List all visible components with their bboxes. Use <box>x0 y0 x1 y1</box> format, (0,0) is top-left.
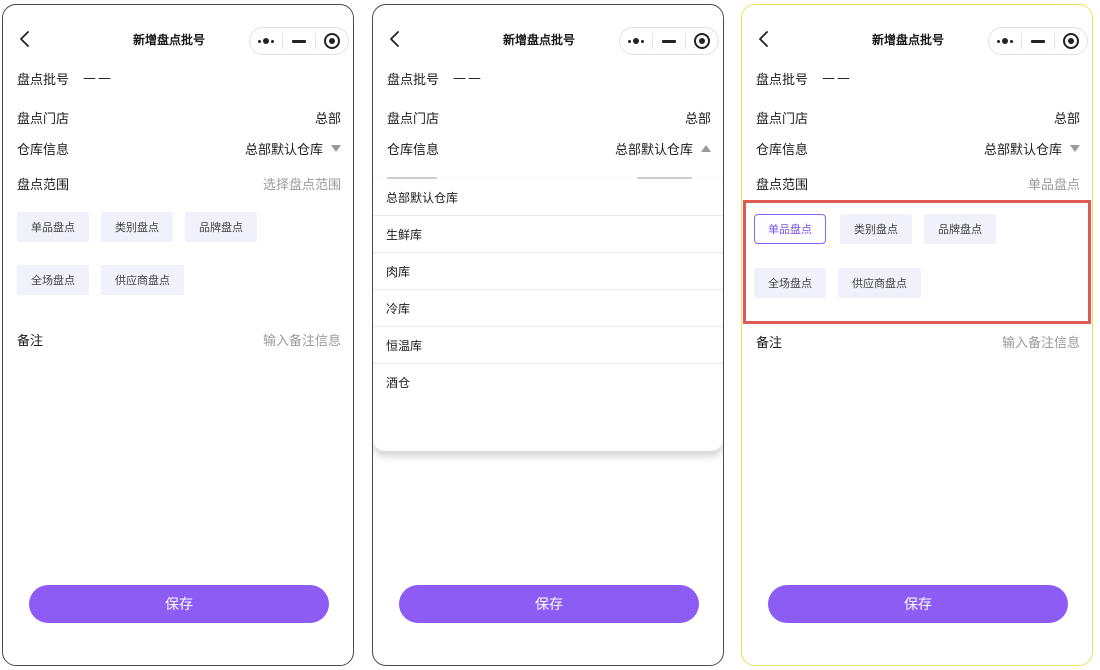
target-circle-icon <box>694 33 710 49</box>
scope-chip-all[interactable]: 全场盘点 <box>754 268 826 298</box>
store-value: 总部 <box>314 111 341 127</box>
warehouse-option-meat[interactable]: 肉库 <box>373 253 723 290</box>
scope-placeholder: 选择盘点范围 <box>262 177 341 193</box>
minimize-button[interactable] <box>653 28 685 54</box>
warehouse-value: 总部默认仓库 <box>983 142 1062 158</box>
close-button[interactable] <box>686 28 718 54</box>
remark-row[interactable]: 备注 输入备注信息 <box>756 330 1080 352</box>
warehouse-value: 总部默认仓库 <box>614 142 693 158</box>
warehouse-row[interactable]: 仓库信息 总部默认仓库 <box>17 137 341 159</box>
nav-bar: 新增盘点批号 <box>3 5 353 71</box>
more-dots-icon <box>258 38 274 44</box>
close-button[interactable] <box>1055 28 1087 54</box>
close-button[interactable] <box>316 28 348 54</box>
warehouse-select[interactable]: 总部默认仓库 <box>615 139 711 158</box>
more-dots-icon <box>997 38 1013 44</box>
batch-label: 盘点批号 <box>387 72 440 88</box>
batch-value: —— <box>453 70 484 86</box>
scope-row: 盘点范围 选择盘点范围 <box>17 172 341 194</box>
scope-row: 盘点范围 单品盘点 <box>756 172 1080 194</box>
mini-program-capsule <box>249 27 349 55</box>
warehouse-option-fresh[interactable]: 生鲜库 <box>373 216 723 253</box>
phone-screen-scope-selected: 新增盘点批号 盘点批号 —— 盘点门店 总部 仓库信息 总部默认仓库 盘点范围 … <box>741 4 1093 666</box>
nav-bar: 新增盘点批号 <box>742 5 1092 71</box>
batch-row: 盘点批号 —— <box>17 67 341 89</box>
more-button[interactable] <box>989 28 1021 54</box>
more-button[interactable] <box>620 28 652 54</box>
warehouse-row[interactable]: 仓库信息 总部默认仓库 <box>387 137 711 159</box>
store-label: 盘点门店 <box>387 111 440 127</box>
save-button[interactable]: 保存 <box>399 585 699 623</box>
minimize-button[interactable] <box>283 28 315 54</box>
scope-chip-single[interactable]: 单品盘点 <box>17 212 89 242</box>
warehouse-label: 仓库信息 <box>756 142 809 158</box>
scope-chip-supplier[interactable]: 供应商盘点 <box>101 265 184 295</box>
minimize-icon <box>292 39 306 43</box>
warehouse-option-wine[interactable]: 酒仓 <box>373 364 723 401</box>
remark-row[interactable]: 备注 输入备注信息 <box>17 328 341 350</box>
scope-label: 盘点范围 <box>756 177 809 193</box>
warehouse-label: 仓库信息 <box>387 142 440 158</box>
mini-program-capsule <box>988 27 1088 55</box>
warehouse-dropdown: 总部默认仓库 生鲜库 肉库 冷库 恒温库 酒仓 <box>373 179 723 451</box>
scope-chip-brand[interactable]: 品牌盘点 <box>924 214 996 244</box>
minimize-button[interactable] <box>1022 28 1054 54</box>
scope-chip-brand[interactable]: 品牌盘点 <box>185 212 257 242</box>
scope-chip-all[interactable]: 全场盘点 <box>17 265 89 295</box>
mini-program-capsule <box>619 27 719 55</box>
warehouse-row[interactable]: 仓库信息 总部默认仓库 <box>756 137 1080 159</box>
caret-down-icon <box>1070 144 1080 152</box>
remark-input[interactable]: 输入备注信息 <box>263 330 341 349</box>
minimize-icon <box>1031 39 1045 43</box>
scope-chip-supplier[interactable]: 供应商盘点 <box>838 268 921 298</box>
batch-row: 盘点批号 —— <box>387 67 711 89</box>
target-circle-icon <box>324 33 340 49</box>
save-button[interactable]: 保存 <box>29 585 329 623</box>
warehouse-select[interactable]: 总部默认仓库 <box>984 139 1080 158</box>
more-button[interactable] <box>250 28 282 54</box>
caret-down-icon <box>331 144 341 152</box>
batch-row: 盘点批号 —— <box>756 67 1080 89</box>
warehouse-option-default[interactable]: 总部默认仓库 <box>373 179 723 216</box>
warehouse-value: 总部默认仓库 <box>244 142 323 158</box>
store-value: 总部 <box>1053 111 1080 127</box>
remark-label: 备注 <box>17 333 44 349</box>
remark-label: 备注 <box>756 335 783 351</box>
save-button[interactable]: 保存 <box>768 585 1068 623</box>
scope-chip-category[interactable]: 类别盘点 <box>101 212 173 242</box>
target-circle-icon <box>1063 33 1079 49</box>
scope-label: 盘点范围 <box>17 177 70 193</box>
scope-chip-category[interactable]: 类别盘点 <box>840 214 912 244</box>
batch-label: 盘点批号 <box>17 72 70 88</box>
warehouse-select[interactable]: 总部默认仓库 <box>245 139 341 158</box>
store-row: 盘点门店 总部 <box>387 106 711 128</box>
store-row: 盘点门店 总部 <box>17 106 341 128</box>
store-label: 盘点门店 <box>17 111 70 127</box>
remark-input[interactable]: 输入备注信息 <box>1002 332 1080 351</box>
caret-up-icon <box>701 144 711 152</box>
scope-chip-single-selected[interactable]: 单品盘点 <box>754 214 826 244</box>
warehouse-label: 仓库信息 <box>17 142 70 158</box>
store-value: 总部 <box>684 111 711 127</box>
store-label: 盘点门店 <box>756 111 809 127</box>
store-row: 盘点门店 总部 <box>756 106 1080 128</box>
warehouse-option-cold[interactable]: 冷库 <box>373 290 723 327</box>
batch-value: —— <box>822 70 853 86</box>
more-dots-icon <box>628 38 644 44</box>
phone-screen-default: 新增盘点批号 盘点批号 —— 盘点门店 总部 仓库信息 总部默认仓库 盘点范围 … <box>2 4 354 666</box>
warehouse-option-constant-temp[interactable]: 恒温库 <box>373 327 723 364</box>
phone-screen-warehouse-dropdown: 新增盘点批号 盘点批号 —— 盘点门店 总部 仓库信息 总部默认仓库 总部默认仓… <box>372 4 724 666</box>
batch-label: 盘点批号 <box>756 72 809 88</box>
nav-bar: 新增盘点批号 <box>373 5 723 71</box>
scope-selected-value: 单品盘点 <box>1027 177 1080 193</box>
batch-value: —— <box>83 70 114 86</box>
minimize-icon <box>662 39 676 43</box>
